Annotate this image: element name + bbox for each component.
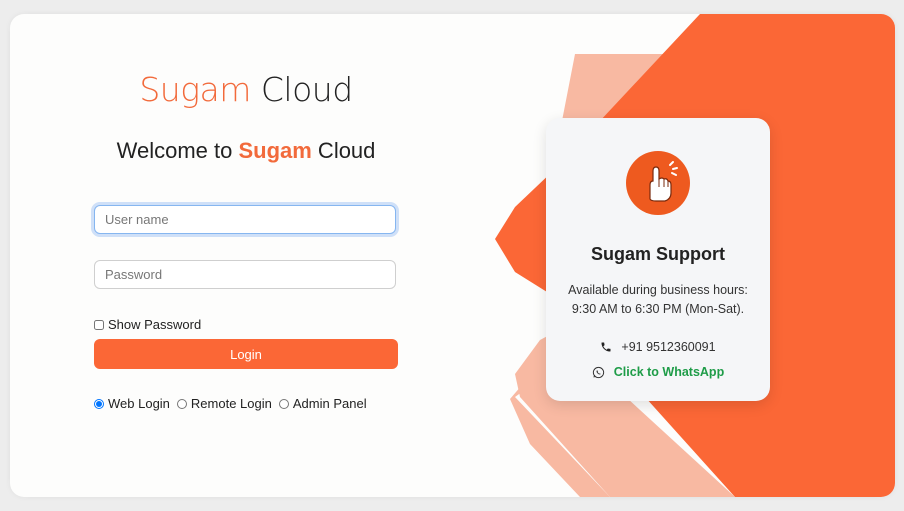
username-input[interactable] <box>94 205 396 234</box>
welcome-brand: Sugam <box>238 138 312 163</box>
welcome-prefix: Welcome to <box>116 138 239 163</box>
hours-line-2: 9:30 AM to 6:30 PM (Mon-Sat). <box>571 302 745 316</box>
hours-line-1: Available during business hours: <box>568 283 748 297</box>
radio-web-login-input[interactable] <box>94 398 104 409</box>
show-password-label: Show Password <box>108 317 202 332</box>
support-hand-icon <box>626 151 690 215</box>
whatsapp-link[interactable]: Click to WhatsApp <box>546 365 770 379</box>
show-password-toggle[interactable]: Show Password <box>94 317 201 332</box>
support-hours: Available during business hours: 9:30 AM… <box>546 281 770 319</box>
radio-web-login[interactable]: Web Login <box>94 396 170 411</box>
support-title: Sugam Support <box>591 244 725 264</box>
radio-web-login-label: Web Login <box>108 396 170 411</box>
radio-admin-panel-input[interactable] <box>278 398 289 409</box>
welcome-suffix: Cloud <box>311 138 376 163</box>
radio-admin-panel-label: Admin Panel <box>292 396 367 411</box>
support-card: Sugam Support Available during business … <box>546 118 770 401</box>
app-logo: Sugam Cloud <box>10 70 482 109</box>
radio-admin-panel[interactable]: Admin Panel <box>278 396 367 411</box>
show-password-checkbox[interactable] <box>94 319 104 330</box>
radio-remote-login-label: Remote Login <box>190 396 272 411</box>
support-phone[interactable]: +91 9512360091 <box>546 340 770 354</box>
whatsapp-icon <box>592 366 604 378</box>
password-input[interactable] <box>94 260 396 289</box>
logo-part-sugam: Sugam <box>139 70 251 109</box>
radio-remote-login[interactable]: Remote Login <box>176 396 272 411</box>
login-card: Sugam Cloud Welcome to Sugam Cloud Show … <box>10 14 895 497</box>
welcome-heading: Welcome to Sugam Cloud <box>10 138 482 164</box>
phone-number: +91 9512360091 <box>621 340 716 354</box>
logo-part-cloud: Cloud <box>250 70 353 109</box>
phone-icon <box>601 342 611 352</box>
login-mode-group: Web Login Remote Login Admin Panel <box>94 396 374 411</box>
login-button[interactable]: Login <box>94 339 398 369</box>
whatsapp-label: Click to WhatsApp <box>613 365 725 379</box>
radio-remote-login-input[interactable] <box>176 398 187 409</box>
